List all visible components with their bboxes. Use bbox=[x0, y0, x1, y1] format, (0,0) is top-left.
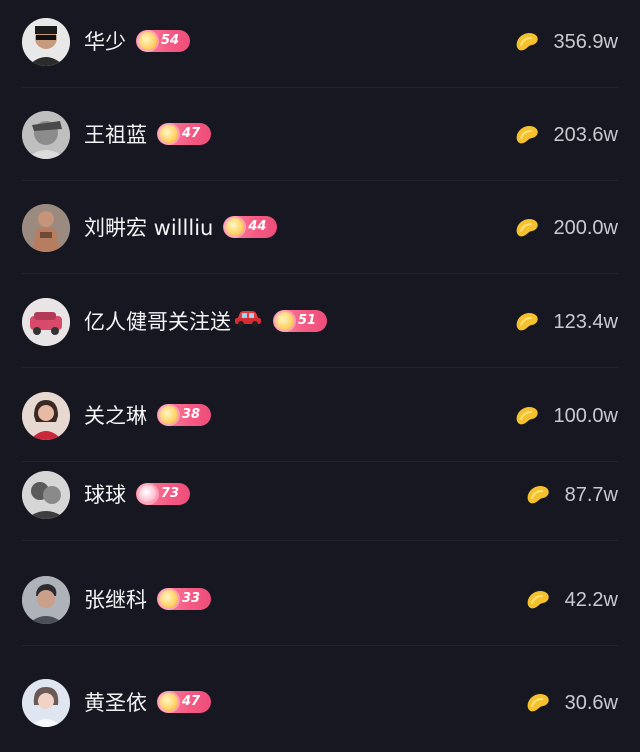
fan-level-number: 38 bbox=[182, 407, 201, 422]
gold-bean-icon bbox=[514, 404, 540, 428]
fan-level-badge: 38 bbox=[157, 404, 211, 426]
gold-bean-icon bbox=[525, 588, 551, 612]
score-value: 87.7w bbox=[564, 483, 618, 506]
score-value: 100.0w bbox=[553, 404, 619, 427]
avatar[interactable] bbox=[22, 679, 70, 727]
gift-score: 100.0w bbox=[514, 400, 619, 432]
user-name-with-badge: 刘畊宏 willliu 44 bbox=[84, 212, 278, 244]
ranking-row[interactable]: 黄圣依 47 30.6w bbox=[0, 663, 640, 743]
gift-score: 356.9w bbox=[514, 26, 619, 58]
fan-level-number: 47 bbox=[182, 126, 201, 141]
user-name-with-badge: 球球 73 bbox=[84, 479, 190, 511]
user-name-with-badge: 关之琳 38 bbox=[84, 400, 211, 432]
fan-level-number: 47 bbox=[182, 694, 201, 709]
ranking-row[interactable]: 关之琳 38 100.0w bbox=[0, 376, 640, 462]
score-value: 356.9w bbox=[553, 30, 619, 53]
fan-level-gem-icon bbox=[160, 693, 178, 711]
fan-level-number: 73 bbox=[161, 486, 180, 501]
car-emoji-icon bbox=[233, 305, 263, 337]
ranking-row[interactable]: 刘畊宏 willliu 44 200.0w bbox=[0, 188, 640, 274]
fan-level-gem-icon bbox=[160, 406, 178, 424]
avatar[interactable] bbox=[22, 471, 70, 519]
fan-level-badge: 54 bbox=[136, 30, 190, 52]
fan-level-gem-icon bbox=[160, 590, 178, 608]
avatar[interactable] bbox=[22, 204, 70, 252]
user-name-with-badge: 张继科 33 bbox=[84, 584, 211, 616]
gift-score: 30.6w bbox=[525, 687, 618, 719]
user-name: 王祖蓝 bbox=[84, 123, 147, 147]
fan-level-gem-icon bbox=[139, 32, 157, 50]
gift-ranking-list: 华少 54 356.9w 王祖蓝 47 203.6w 刘畊宏 willliu 4… bbox=[0, 0, 640, 752]
fan-level-badge: 33 bbox=[157, 588, 211, 610]
user-name: 张继科 bbox=[84, 588, 147, 612]
avatar[interactable] bbox=[22, 298, 70, 346]
fan-level-number: 51 bbox=[298, 313, 317, 328]
gold-bean-icon bbox=[525, 691, 551, 715]
user-name-with-badge: 亿人健哥关注送 51 bbox=[84, 306, 327, 338]
fan-level-gem-icon bbox=[139, 485, 157, 503]
user-name: 关之琳 bbox=[84, 404, 147, 428]
gold-bean-icon bbox=[514, 310, 540, 334]
fan-level-badge: 51 bbox=[273, 310, 327, 332]
avatar[interactable] bbox=[22, 392, 70, 440]
user-name: 刘畊宏 willliu bbox=[84, 216, 214, 240]
ranking-row[interactable]: 球球 73 87.7w bbox=[0, 455, 640, 541]
gold-bean-icon bbox=[514, 216, 540, 240]
gift-score: 42.2w bbox=[525, 584, 618, 616]
fan-level-gem-icon bbox=[160, 125, 178, 143]
gold-bean-icon bbox=[525, 483, 551, 507]
gift-score: 123.4w bbox=[514, 306, 619, 338]
avatar[interactable] bbox=[22, 18, 70, 66]
fan-level-badge: 47 bbox=[157, 691, 211, 713]
gift-score: 87.7w bbox=[525, 479, 618, 511]
gift-score: 200.0w bbox=[514, 212, 619, 244]
score-value: 30.6w bbox=[564, 691, 618, 714]
score-value: 203.6w bbox=[553, 123, 619, 146]
ranking-row[interactable]: 华少 54 356.9w bbox=[0, 2, 640, 88]
gold-bean-icon bbox=[514, 30, 540, 54]
gold-bean-icon bbox=[514, 123, 540, 147]
score-value: 42.2w bbox=[564, 588, 618, 611]
score-value: 123.4w bbox=[553, 310, 619, 333]
fan-level-gem-icon bbox=[226, 218, 245, 236]
fan-level-number: 33 bbox=[182, 591, 201, 606]
user-name: 黄圣依 bbox=[84, 691, 147, 715]
ranking-row[interactable]: 张继科 33 42.2w bbox=[0, 560, 640, 646]
fan-level-badge: 47 bbox=[157, 123, 211, 145]
avatar[interactable] bbox=[22, 111, 70, 159]
user-name-with-badge: 华少 54 bbox=[84, 26, 190, 58]
fan-level-gem-icon bbox=[276, 312, 294, 330]
avatar[interactable] bbox=[22, 576, 70, 624]
fan-level-number: 44 bbox=[248, 219, 267, 234]
ranking-row[interactable]: 王祖蓝 47 203.6w bbox=[0, 95, 640, 181]
gift-score: 203.6w bbox=[514, 119, 619, 151]
user-name-with-badge: 王祖蓝 47 bbox=[84, 119, 211, 151]
user-name-with-badge: 黄圣依 47 bbox=[84, 687, 211, 719]
fan-level-badge: 44 bbox=[223, 216, 278, 238]
fan-level-badge: 73 bbox=[136, 483, 190, 505]
user-name: 华少 bbox=[84, 30, 126, 54]
score-value: 200.0w bbox=[553, 216, 619, 239]
fan-level-number: 54 bbox=[161, 33, 180, 48]
user-name: 球球 bbox=[84, 483, 126, 507]
ranking-row[interactable]: 亿人健哥关注送 51 123.4w bbox=[0, 282, 640, 368]
user-name: 亿人健哥关注送 bbox=[84, 310, 231, 334]
